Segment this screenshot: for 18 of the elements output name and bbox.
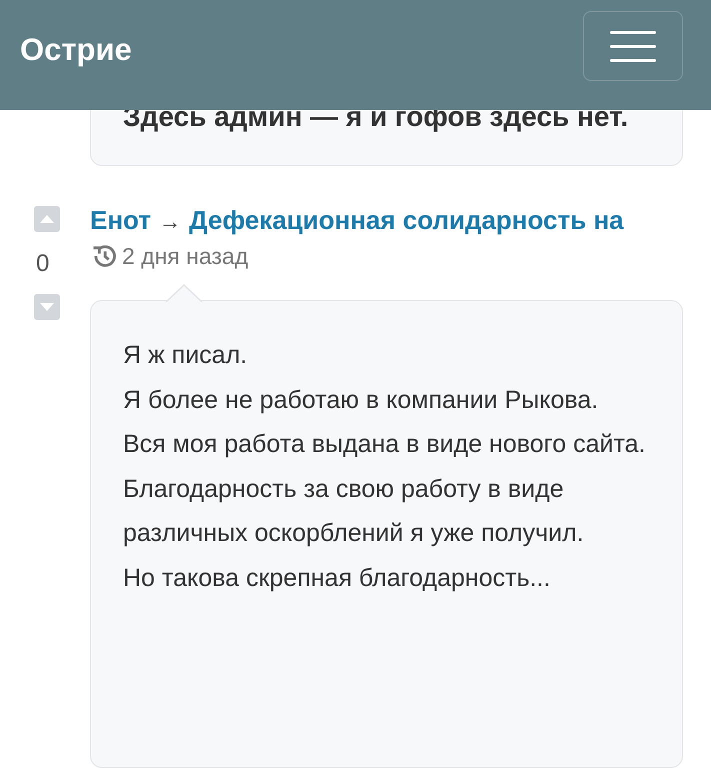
upvote-button[interactable] [34,206,60,232]
site-title[interactable]: Острие [20,32,132,68]
comment-text: Я более не работаю в компании Рыкова. [123,384,600,416]
author-link[interactable]: Енот [90,204,152,236]
downvote-button[interactable] [34,294,60,320]
comment-text: Я ж писал. [123,340,248,371]
vote-count: 0 [35,249,50,279]
timestamp: 2 дня назад [122,242,248,270]
comment-text: Здесь админ — я и гофов здесь нет. [123,100,630,134]
comment-text: Вся моя работа выдана в виде нового сайта. [123,429,646,460]
comment-text: Но такова скрепная благодарность... [123,562,552,594]
arrow-text: → [159,208,182,236]
menu-button[interactable] [583,11,683,81]
menu-icon [610,29,656,63]
down-triangle-icon [40,303,54,311]
thread-link[interactable]: Дефекационная солидарность на [189,204,624,236]
up-triangle-icon [40,215,54,223]
comment-text: Благодарность за свою работу в виде различных оскорблений я уже получил. [123,474,585,549]
